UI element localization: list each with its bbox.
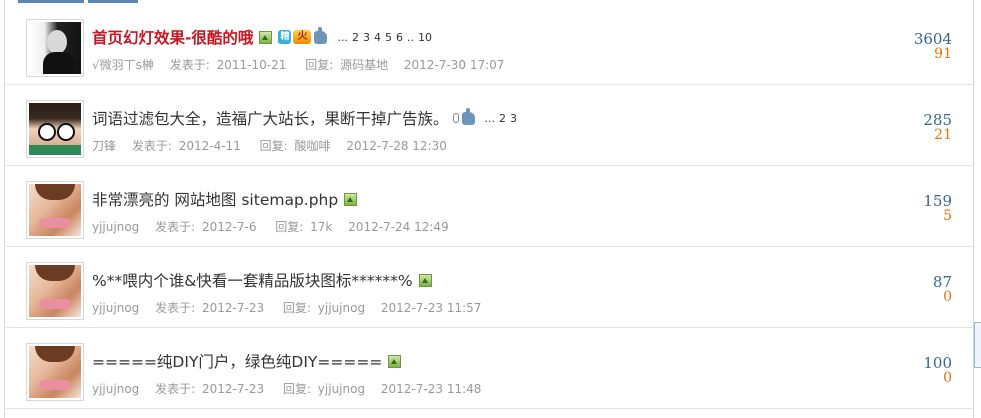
author-link[interactable]: yjjujnog — [92, 301, 139, 315]
thread-row[interactable]: 词语过滤包大全，造福广大站长，果断干掉广告族。 ... 2 3 刀锋 发表于: … — [4, 85, 974, 166]
page-link[interactable]: 4 — [374, 31, 381, 44]
page-link[interactable]: 2 — [352, 31, 359, 44]
page-link[interactable]: 2 — [499, 112, 506, 125]
thread-meta: yjjujnog 发表于: 2012-7-23 回复: yjjujnog 201… — [92, 380, 484, 397]
posted-label: 发表于: — [155, 301, 196, 315]
thread-title[interactable]: 首页幻灯效果-很酷的哦 — [92, 26, 253, 48]
thread-meta: yjjujnog 发表于: 2012-7-6 回复: 17k 2012-7-24… — [92, 218, 452, 235]
thread-row[interactable]: =====纯DIY门户，绿色纯DIY===== yjjujnog 发表于: 20… — [4, 328, 974, 409]
posted-date: 2012-7-6 — [201, 220, 257, 234]
image-icon — [259, 30, 273, 44]
avatar[interactable] — [26, 262, 84, 320]
view-count: 285 — [923, 111, 952, 129]
view-count: 159 — [923, 192, 952, 210]
last-reply-time: 2012-7-30 17:07 — [403, 58, 505, 72]
paperclip-icon — [452, 113, 459, 123]
last-reply-time: 2012-7-23 11:57 — [380, 301, 482, 315]
page-link[interactable]: 10 — [418, 31, 432, 44]
page-ellipsis: .. — [406, 30, 414, 44]
reply-label: 回复: — [259, 139, 288, 153]
last-replier-link[interactable]: 酸咖啡 — [295, 139, 331, 153]
last-reply-time: 2012-7-28 12:30 — [346, 139, 447, 153]
reply-count: 0 — [943, 289, 952, 305]
thread-meta: yjjujnog 发表于: 2012-7-23 回复: yjjujnog 201… — [92, 299, 484, 316]
tab-indicator — [88, 0, 138, 3]
reply-label: 回复: — [282, 301, 311, 315]
page-link[interactable]: 6 — [396, 31, 403, 44]
thumb-icon — [461, 107, 475, 125]
avatar[interactable] — [26, 181, 84, 239]
reply-count: 0 — [943, 370, 952, 386]
reply-count: 21 — [934, 127, 952, 143]
last-replier-link[interactable]: 源码基地 — [340, 58, 388, 72]
pagination: ... 2 3 — [485, 112, 518, 125]
reply-count: 91 — [934, 46, 952, 62]
view-count: 87 — [932, 273, 952, 291]
page-link[interactable]: 3 — [510, 112, 517, 125]
page-ellipsis: ... — [484, 111, 496, 125]
author-link[interactable]: √微羽丅s榊 — [92, 58, 154, 72]
thread-title[interactable]: 非常漂亮的 网站地图 sitemap.php — [92, 188, 338, 210]
last-replier-link[interactable]: yjjujnog — [318, 382, 365, 396]
avatar[interactable] — [26, 19, 84, 77]
page-link[interactable]: 3 — [363, 31, 370, 44]
pagination: ... 2 3 4 5 6 .. 10 — [337, 31, 432, 44]
image-icon — [418, 273, 432, 287]
thread-stats: 87 0 — [933, 275, 952, 305]
avatar[interactable] — [26, 343, 84, 401]
author-link[interactable]: 刀锋 — [92, 139, 116, 153]
posted-date: 2012-7-23 — [201, 382, 265, 396]
author-link[interactable]: yjjujnog — [92, 220, 139, 234]
thumb-icon — [314, 26, 328, 44]
thread-title[interactable]: 词语过滤包大全，造福广大站长，果断干掉广告族。 — [92, 107, 449, 129]
thread-title[interactable]: %**喂内个谁&快看一套精品版块图标******% — [92, 269, 413, 291]
thread-stats: 100 0 — [923, 356, 952, 386]
posted-label: 发表于: — [169, 58, 210, 72]
thread-row[interactable]: %**喂内个谁&快看一套精品版块图标******% yjjujnog 发表于: … — [4, 247, 974, 328]
posted-date: 2012-4-11 — [178, 139, 241, 153]
thread-stats: 3604 91 — [914, 32, 952, 62]
last-reply-time: 2012-7-24 12:49 — [348, 220, 449, 234]
thread-row[interactable]: 首页幻灯效果-很酷的哦 精 火 ... 2 3 4 5 6 .. 10 √微羽丅… — [4, 4, 974, 85]
thread-row[interactable]: 非常漂亮的 网站地图 sitemap.php yjjujnog 发表于: 201… — [4, 166, 974, 247]
image-icon — [344, 192, 358, 206]
avatar[interactable] — [26, 100, 84, 158]
reply-label: 回复: — [305, 58, 334, 72]
last-replier-link[interactable]: yjjujnog — [318, 301, 365, 315]
view-count: 100 — [923, 354, 952, 372]
thread-stats: 285 21 — [923, 113, 952, 143]
author-link[interactable]: yjjujnog — [92, 382, 139, 396]
side-feedback-tab[interactable] — [974, 322, 981, 368]
huo-badge: 火 — [293, 30, 312, 44]
posted-label: 发表于: — [131, 139, 172, 153]
thread-meta: √微羽丅s榊 发表于: 2011-10-21 回复: 源码基地 2012-7-3… — [92, 56, 507, 73]
reply-label: 回复: — [282, 382, 311, 396]
last-reply-time: 2012-7-23 11:48 — [380, 382, 482, 396]
posted-label: 发表于: — [155, 220, 196, 234]
posted-label: 发表于: — [155, 382, 196, 396]
thread-meta: 刀锋 发表于: 2012-4-11 回复: 酸咖啡 2012-7-28 12:3… — [92, 137, 450, 154]
reply-label: 回复: — [275, 220, 304, 234]
jing-badge: 精 — [278, 30, 292, 44]
posted-date: 2011-10-21 — [216, 58, 287, 72]
reply-count: 5 — [943, 208, 952, 224]
active-tab-indicator — [18, 0, 84, 3]
last-replier-link[interactable]: 17k — [310, 220, 332, 234]
thread-stats: 159 5 — [923, 194, 952, 224]
view-count: 3604 — [913, 30, 952, 48]
posted-date: 2012-7-23 — [201, 301, 265, 315]
thread-title[interactable]: =====纯DIY门户，绿色纯DIY===== — [92, 350, 382, 372]
page-link[interactable]: 5 — [385, 31, 392, 44]
image-icon — [388, 354, 402, 368]
page-ellipsis: ... — [337, 30, 348, 44]
